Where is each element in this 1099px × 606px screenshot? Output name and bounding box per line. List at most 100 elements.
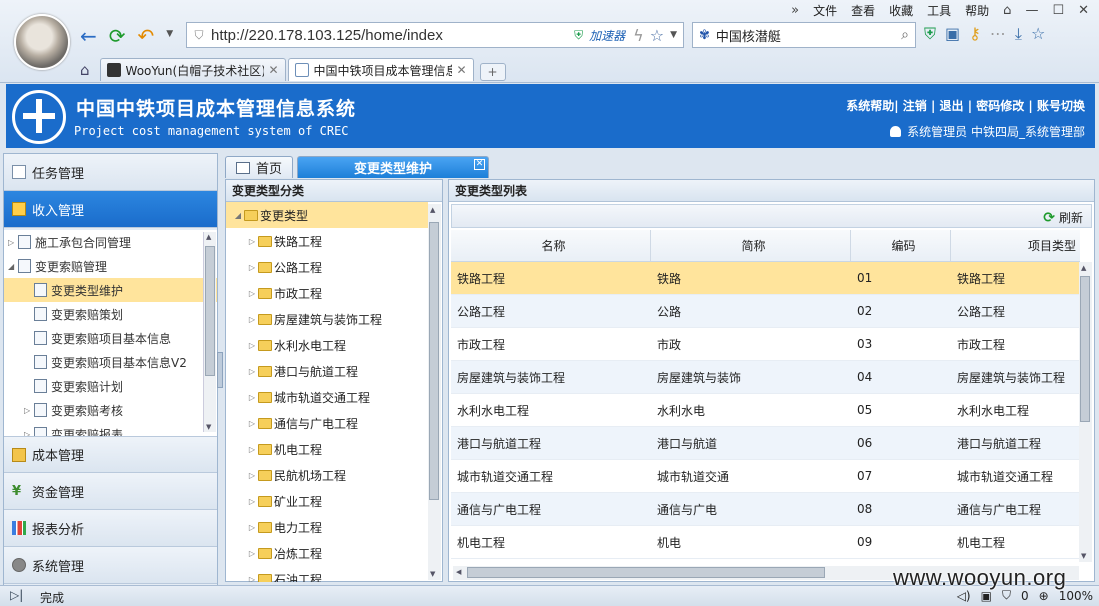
expand-arrow-icon[interactable]: ▷ — [8, 238, 18, 247]
close-tab-icon[interactable]: ✕ — [474, 159, 486, 170]
favorite-star-icon[interactable]: ☆ — [650, 26, 664, 45]
close-tab-icon[interactable]: ✕ — [268, 63, 278, 77]
expand-arrow-icon[interactable]: ▷ — [246, 315, 258, 324]
user-avatar[interactable] — [14, 14, 70, 70]
table-row[interactable]: 机电工程 机电 09 机电工程 — [451, 526, 1080, 559]
double-chevron-icon[interactable]: » — [791, 3, 799, 18]
tree-item-change-type[interactable]: 变更类型维护 — [4, 278, 217, 302]
scroll-down-icon[interactable]: ▼ — [1081, 552, 1086, 560]
close-window-icon[interactable]: ✕ — [1078, 3, 1089, 18]
back-arrow-icon[interactable]: ← — [80, 24, 97, 48]
expand-arrow-icon[interactable]: ▷ — [246, 575, 258, 583]
accelerator-label[interactable]: 加速器 — [589, 27, 625, 44]
category-item[interactable]: ▷ 房屋建筑与装饰工程 — [226, 306, 428, 332]
browser-tab-wooyun[interactable]: WooYun(白帽子技术社区) ✕ — [99, 58, 286, 81]
sidebar-toggle-icon[interactable]: ▷| — [10, 588, 23, 602]
expand-arrow-icon[interactable]: ▷ — [246, 445, 258, 454]
key-icon[interactable]: ⚷ — [969, 24, 981, 44]
column-header-code[interactable]: 编码 — [851, 230, 951, 261]
category-item[interactable]: ▷ 电力工程 — [226, 514, 428, 540]
tree-item-claim-report[interactable]: ▷ 变更索赔报表 — [4, 422, 217, 436]
category-item[interactable]: ▷ 通信与广电工程 — [226, 410, 428, 436]
category-item[interactable]: ▷ 机电工程 — [226, 436, 428, 462]
close-tab-icon[interactable]: ✕ — [456, 63, 466, 77]
category-scroll-thumb[interactable] — [429, 222, 439, 500]
dropdown-arrow-icon[interactable]: ▼ — [166, 24, 173, 48]
shirt-icon[interactable]: ⌂ — [1003, 3, 1011, 18]
header-links[interactable]: 系统帮助| 注销 | 退出 | 密码修改 | 账号切换 — [846, 97, 1085, 114]
category-item[interactable]: ▷ 石油工程 — [226, 566, 428, 582]
browser-tab-crec[interactable]: 中国中铁项目成本管理信息系统 ✕ — [287, 58, 474, 81]
nav-scrollbar[interactable]: ▲ ▼ — [203, 232, 216, 432]
category-item[interactable]: ▷ 水利水电工程 — [226, 332, 428, 358]
tree-item-project-info[interactable]: 变更索赔项目基本信息 — [4, 326, 217, 350]
lightning-icon[interactable]: ϟ — [633, 26, 644, 45]
maximize-icon[interactable]: ☐ — [1052, 3, 1064, 18]
scroll-down-icon[interactable]: ▼ — [206, 423, 211, 431]
reader-icon[interactable]: ▣ — [945, 24, 960, 44]
scroll-up-icon[interactable]: ▲ — [1081, 264, 1086, 272]
column-header-short-name[interactable]: 简称 — [651, 230, 851, 261]
more-icon[interactable]: ⋯ — [990, 24, 1006, 44]
category-item[interactable]: ▷ 港口与航道工程 — [226, 358, 428, 384]
menu-view[interactable]: 查看 — [851, 2, 875, 19]
minimize-icon[interactable]: — — [1025, 3, 1038, 18]
table-row[interactable]: 铁路工程 铁路 01 铁路工程 — [451, 262, 1080, 295]
download-icon[interactable]: ⤓ — [1015, 24, 1022, 44]
collapse-arrow-icon[interactable]: ◢ — [232, 211, 244, 220]
table-row[interactable]: 通信与广电工程 通信与广电 08 通信与广电工程 — [451, 493, 1080, 526]
category-item[interactable]: ▷ 铁路工程 — [226, 228, 428, 254]
category-scrollbar[interactable]: ▲ ▼ — [428, 204, 441, 580]
grid-vscroll-thumb[interactable] — [1080, 276, 1090, 422]
sidebar-collapse-handle[interactable] — [217, 352, 223, 388]
scroll-up-icon[interactable]: ▲ — [206, 233, 211, 241]
expand-arrow-icon[interactable]: ▷ — [246, 523, 258, 532]
expand-arrow-icon[interactable]: ▷ — [246, 237, 258, 246]
undo-icon[interactable]: ↶ — [138, 24, 155, 48]
expand-arrow-icon[interactable]: ▷ — [246, 263, 258, 272]
paw-search-engine-icon[interactable]: ✾ — [699, 28, 710, 43]
expand-arrow-icon[interactable]: ▷ — [246, 471, 258, 480]
tree-item-project-info-v2[interactable]: 变更索赔项目基本信息V2 — [4, 350, 217, 374]
tree-item-change-claim[interactable]: ◢ 变更索赔管理 — [4, 254, 217, 278]
expand-arrow-icon[interactable]: ▷ — [246, 289, 258, 298]
column-header-project-type[interactable]: 项目类型 — [951, 230, 1080, 261]
category-item[interactable]: ▷ 公路工程 — [226, 254, 428, 280]
home-icon[interactable]: ⌂ — [80, 59, 90, 81]
refresh-icon[interactable]: ⟳ — [109, 24, 126, 48]
refresh-button[interactable]: ⟳ 刷新 — [1043, 209, 1083, 226]
grid-hscroll-thumb[interactable] — [467, 567, 825, 578]
nav-income-management[interactable]: 收入管理 — [4, 191, 217, 228]
expand-arrow-icon[interactable]: ▷ — [246, 341, 258, 350]
expand-arrow-icon[interactable]: ▷ — [246, 549, 258, 558]
menu-favorites[interactable]: 收藏 — [889, 2, 913, 19]
grid-vertical-scrollbar[interactable]: ▲ ▼ — [1079, 262, 1092, 562]
search-box[interactable]: ✾ 中国核潜艇 ⌕ — [692, 22, 916, 48]
category-item[interactable]: ▷ 民航机场工程 — [226, 462, 428, 488]
url-text[interactable]: http://220.178.103.125/home/index — [211, 27, 574, 44]
tree-item-claim-schedule[interactable]: 变更索赔计划 — [4, 374, 217, 398]
expand-arrow-icon[interactable]: ▷ — [24, 406, 34, 415]
table-row[interactable]: 水利水电工程 水利水电 05 水利水电工程 — [451, 394, 1080, 427]
expand-arrow-icon[interactable]: ▷ — [246, 497, 258, 506]
scroll-left-icon[interactable]: ◀ — [456, 568, 461, 576]
tree-item-claim-assessment[interactable]: ▷ 变更索赔考核 — [4, 398, 217, 422]
nav-fund-management[interactable]: ¥ 资金管理 — [4, 473, 217, 510]
tab-home[interactable]: 首页 — [225, 156, 294, 178]
table-row[interactable]: 公路工程 公路 02 公路工程 — [451, 295, 1080, 328]
search-input[interactable]: 中国核潜艇 — [710, 26, 901, 45]
column-header-name[interactable]: 名称 — [451, 230, 651, 261]
nav-system-management[interactable]: 系统管理 — [4, 547, 217, 584]
category-item[interactable]: ▷ 城市轨道交通工程 — [226, 384, 428, 410]
nav-scroll-thumb[interactable] — [205, 246, 215, 376]
scroll-down-icon[interactable]: ▼ — [430, 570, 435, 578]
address-bar[interactable]: ⛉ http://220.178.103.125/home/index ⛨ 加速… — [186, 22, 684, 48]
category-item[interactable]: ▷ 矿业工程 — [226, 488, 428, 514]
category-item[interactable]: ▷ 冶炼工程 — [226, 540, 428, 566]
expand-arrow-icon[interactable]: ▷ — [246, 367, 258, 376]
menu-help[interactable]: 帮助 — [965, 2, 989, 19]
tab-change-type-maintenance[interactable]: 变更类型维护 ✕ — [297, 156, 490, 178]
menu-file[interactable]: 文件 — [813, 2, 837, 19]
category-root[interactable]: ◢ 变更类型 — [226, 202, 428, 228]
nav-report-analysis[interactable]: 报表分析 — [4, 510, 217, 547]
